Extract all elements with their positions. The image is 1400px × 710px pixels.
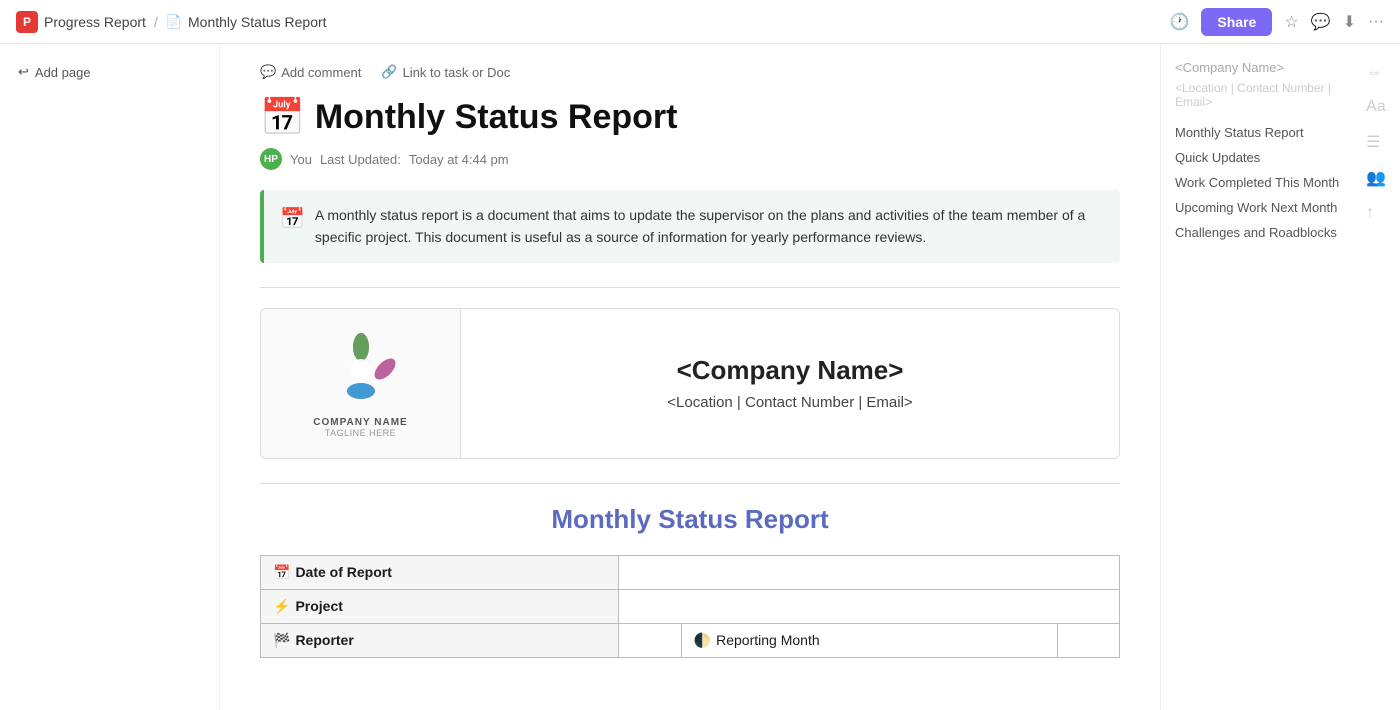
- comment-label: Add comment: [281, 65, 361, 80]
- logo-tagline: TAGLINE HERE: [313, 428, 407, 438]
- reporter-label: Reporter: [295, 632, 353, 648]
- toc-item-1[interactable]: Quick Updates: [1175, 148, 1358, 167]
- toolbar-row: 💬 Add comment 🔗 Link to task or Doc: [260, 64, 1120, 80]
- report-table: 📅 Date of Report ⚡ Project 🏁 Reporter 🌓 Repo…: [260, 555, 1120, 658]
- date-label: Date of Report: [295, 564, 391, 580]
- toc-item-0[interactable]: Monthly Status Report: [1175, 123, 1358, 142]
- toc-company-name[interactable]: <Company Name>: [1175, 60, 1358, 75]
- author-name: You: [290, 152, 312, 167]
- title-icon: 📅: [260, 96, 305, 138]
- table-cell-label-project: ⚡ Project: [261, 589, 619, 623]
- more-icon[interactable]: ···: [1368, 13, 1384, 31]
- table-of-contents-icon[interactable]: ☰: [1366, 132, 1386, 152]
- callout-icon: 📅: [280, 206, 305, 249]
- company-name-cell: <Company Name> <Location | Contact Numbe…: [461, 309, 1119, 458]
- company-logo-cell: COMPANY NAME TAGLINE HERE: [261, 309, 461, 458]
- doc-type-icon: 📄: [166, 14, 182, 30]
- doc-title-text: Monthly Status Report: [315, 98, 678, 137]
- toc-item-2[interactable]: Work Completed This Month: [1175, 173, 1358, 192]
- company-block: COMPANY NAME TAGLINE HERE <Company Name>…: [260, 308, 1120, 459]
- chat-icon[interactable]: 💬: [1311, 12, 1331, 32]
- doc-title: 📅 Monthly Status Report: [260, 96, 1120, 138]
- callout-block: 📅 A monthly status report is a document …: [260, 190, 1120, 263]
- table-cell-value-date[interactable]: [619, 555, 1120, 589]
- link-label: Link to task or Doc: [403, 65, 511, 80]
- font-size-icon[interactable]: Aa: [1366, 98, 1386, 116]
- share-doc-icon[interactable]: ↑: [1366, 204, 1386, 222]
- month-icon: 🌓: [694, 632, 711, 648]
- star-icon[interactable]: ☆: [1284, 12, 1298, 32]
- right-panel-icons: ⇔ Aa ☰ 👥 ↑: [1366, 60, 1386, 248]
- app-logo: P: [16, 11, 38, 33]
- table-cell-label-reporter: 🏁 Reporter: [261, 623, 619, 657]
- table-cell-value-month[interactable]: [1057, 623, 1119, 657]
- collaborators-icon[interactable]: 👥: [1366, 168, 1386, 188]
- date-icon: 📅: [273, 564, 290, 580]
- month-label: Reporting Month: [716, 632, 820, 648]
- reporter-icon: 🏁: [273, 632, 290, 648]
- last-updated-value: Today at 4:44 pm: [409, 152, 509, 167]
- history-icon[interactable]: 🕐: [1170, 12, 1190, 32]
- section-title: Monthly Status Report: [260, 504, 1120, 535]
- comment-icon: 💬: [260, 64, 276, 80]
- company-logo-svg: [321, 329, 401, 409]
- project-icon: ⚡: [273, 598, 290, 614]
- toc-contact[interactable]: <Location | Contact Number | Email>: [1175, 81, 1358, 109]
- table-cell-label-date: 📅 Date of Report: [261, 555, 619, 589]
- doc-meta: HP You Last Updated: Today at 4:44 pm: [260, 148, 1120, 170]
- link-button[interactable]: 🔗 Link to task or Doc: [381, 64, 510, 80]
- breadcrumb-root[interactable]: Progress Report: [44, 14, 146, 30]
- toc-section: <Company Name> <Location | Contact Numbe…: [1175, 60, 1358, 248]
- expand-icon[interactable]: ⇔: [1366, 64, 1386, 82]
- table-row: 📅 Date of Report: [261, 555, 1120, 589]
- company-name-text: <Company Name>: [677, 355, 904, 386]
- add-page-label: Add page: [35, 65, 91, 80]
- add-page-icon: ↩: [18, 64, 29, 80]
- breadcrumb-separator: /: [154, 14, 158, 30]
- content-area: 💬 Add comment 🔗 Link to task or Doc 📅 Mo…: [220, 44, 1160, 710]
- breadcrumb: P Progress Report / 📄 Monthly Status Rep…: [16, 11, 327, 33]
- share-button[interactable]: Share: [1201, 8, 1272, 36]
- table-row: 🏁 Reporter 🌓 Reporting Month: [261, 623, 1120, 657]
- add-page-button[interactable]: ↩ Add page: [12, 60, 207, 84]
- nav-actions: 🕐 Share ☆ 💬 ⬇ ···: [1170, 8, 1385, 36]
- company-contact-text: <Location | Contact Number | Email>: [667, 394, 912, 411]
- project-label: Project: [295, 598, 342, 614]
- sidebar-right: <Company Name> <Location | Contact Numbe…: [1160, 44, 1400, 710]
- add-comment-button[interactable]: 💬 Add comment: [260, 64, 361, 80]
- breadcrumb-current: Monthly Status Report: [188, 14, 327, 30]
- divider-2: [260, 483, 1120, 484]
- table-cell-label-month: 🌓 Reporting Month: [681, 623, 1057, 657]
- right-panel-inner: <Company Name> <Location | Contact Numbe…: [1175, 60, 1386, 248]
- sidebar-left: ↩ Add page: [0, 44, 220, 710]
- avatar: HP: [260, 148, 282, 170]
- callout-text: A monthly status report is a document th…: [315, 204, 1104, 249]
- download-icon[interactable]: ⬇: [1343, 12, 1356, 32]
- table-row: ⚡ Project: [261, 589, 1120, 623]
- last-updated-label: Last Updated:: [320, 152, 401, 167]
- toc-item-3[interactable]: Upcoming Work Next Month: [1175, 198, 1358, 217]
- divider-1: [260, 287, 1120, 288]
- toc-item-4[interactable]: Challenges and Roadblocks: [1175, 223, 1358, 242]
- link-icon: 🔗: [381, 64, 397, 80]
- logo-company-name: COMPANY NAME: [313, 417, 407, 428]
- table-cell-value-reporter[interactable]: [619, 623, 681, 657]
- table-cell-value-project[interactable]: [619, 589, 1120, 623]
- top-nav: P Progress Report / 📄 Monthly Status Rep…: [0, 0, 1400, 44]
- main-layout: ↩ Add page 💬 Add comment 🔗 Link to task …: [0, 44, 1400, 710]
